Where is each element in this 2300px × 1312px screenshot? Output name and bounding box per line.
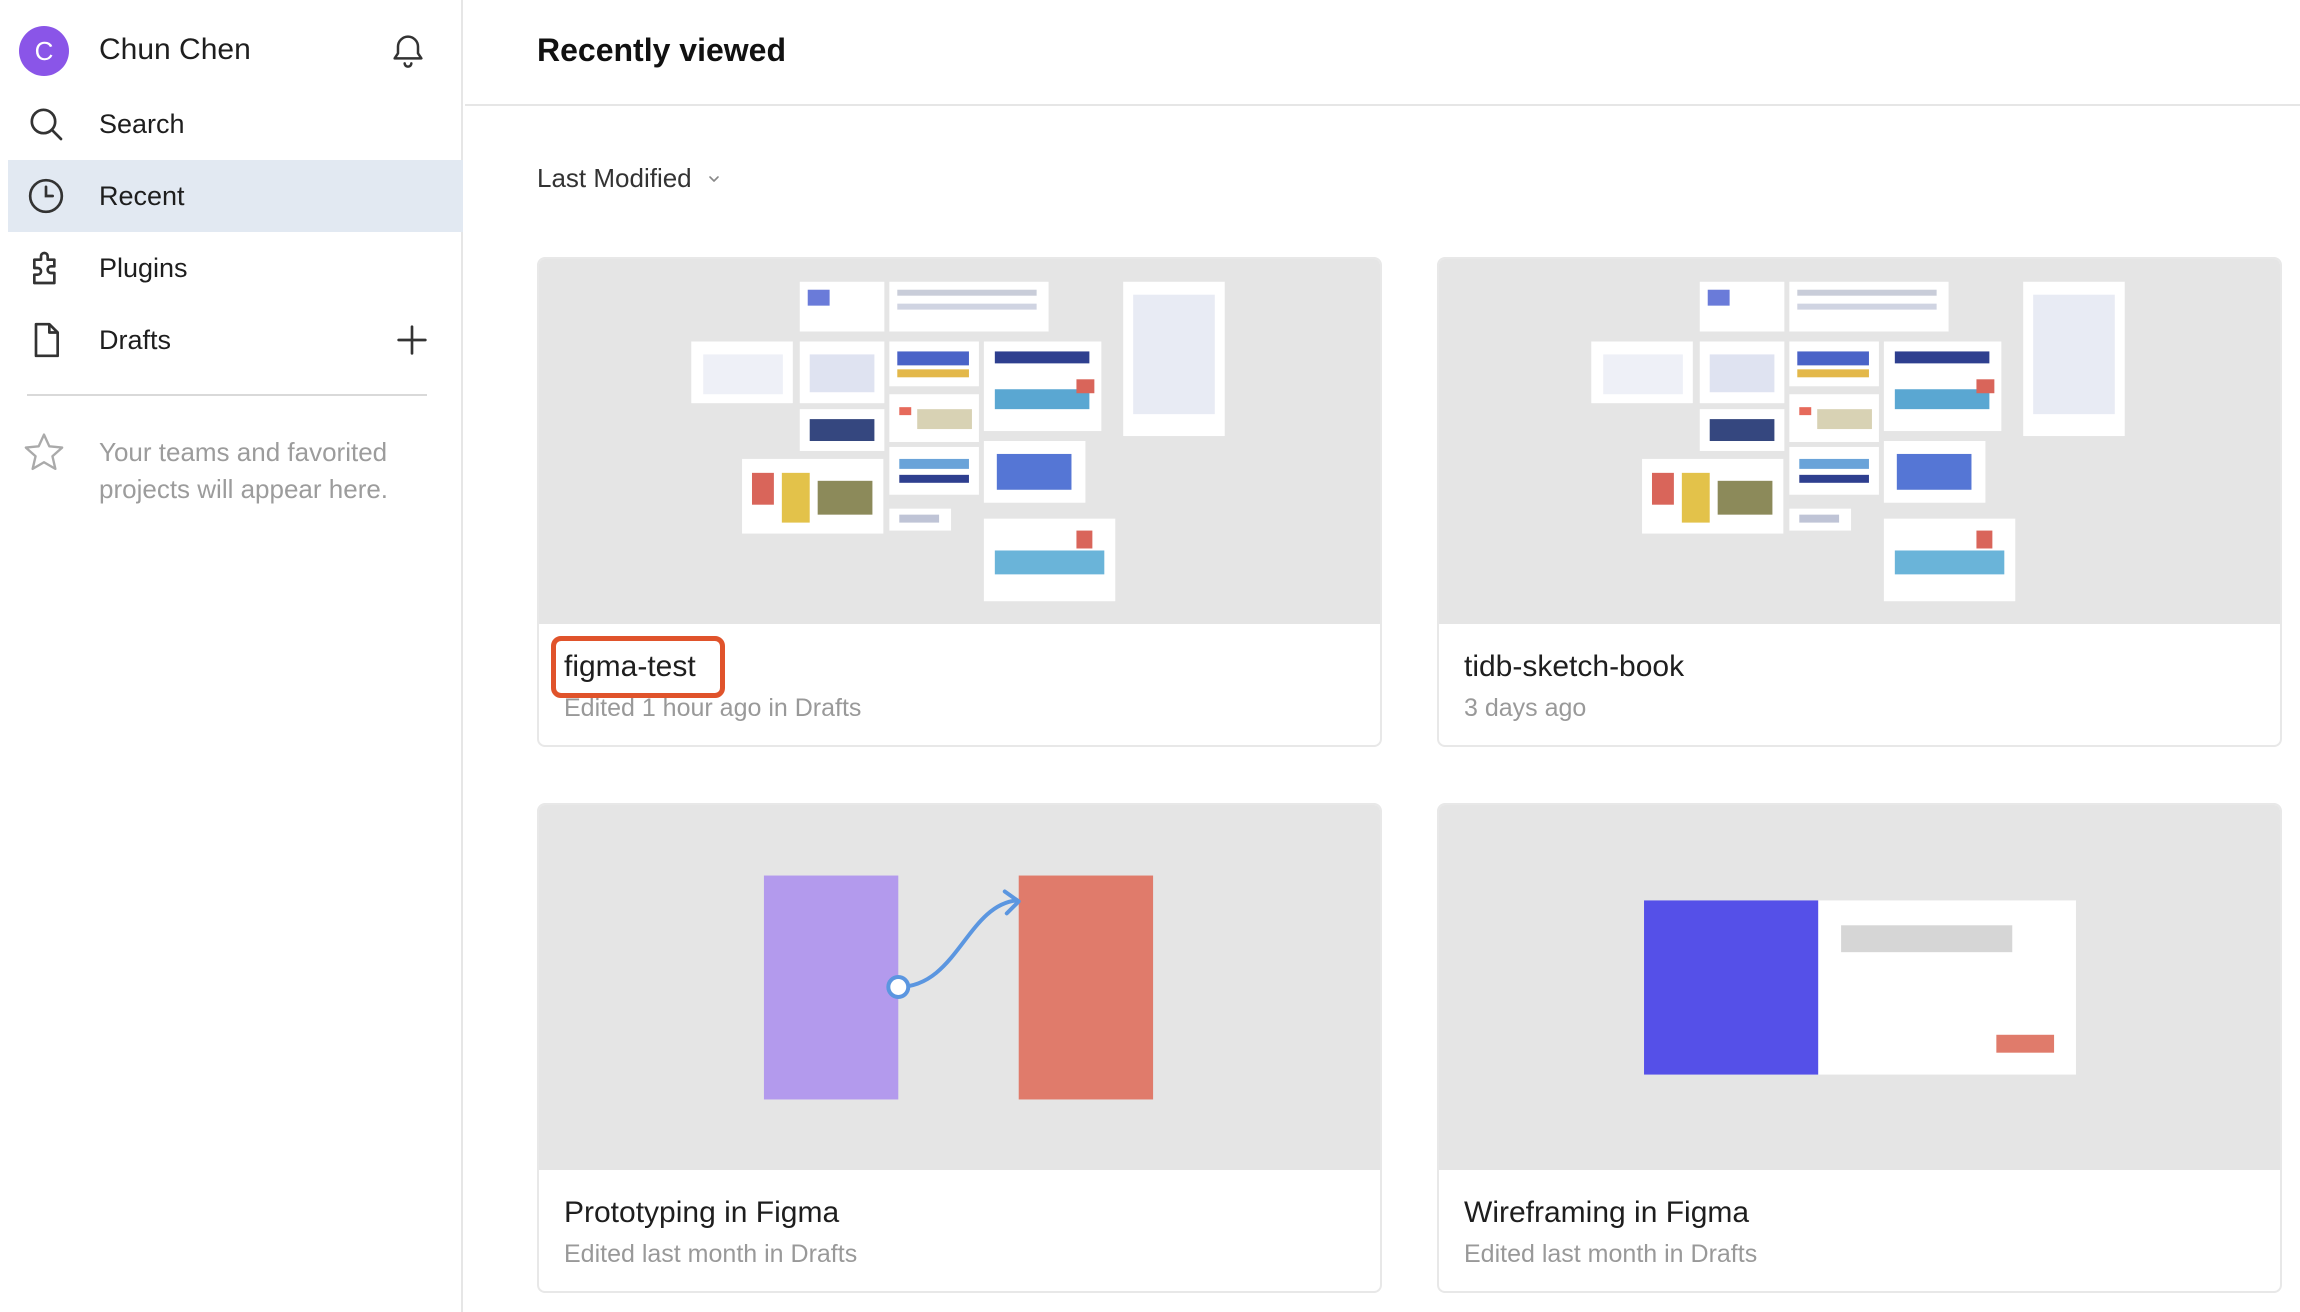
clock-icon <box>28 178 64 214</box>
canvas-preview-image <box>1591 281 2125 602</box>
file-info: Wireframing in Figma Edited last month i… <box>1439 1170 2280 1291</box>
prototype-preview-image <box>763 875 1154 1100</box>
sidebar-item-drafts[interactable]: Drafts <box>8 304 463 376</box>
teams-empty-message: Your teams and favorited projects will a… <box>99 437 389 504</box>
file-title[interactable]: Prototyping in Figma <box>564 1196 839 1230</box>
sidebar-item-label: Drafts <box>99 324 172 355</box>
file-info: figma-test Edited 1 hour ago in Drafts <box>539 624 1380 745</box>
sidebar-item-plugins[interactable]: Plugins <box>8 232 463 304</box>
bell-icon[interactable] <box>388 30 428 70</box>
file-subtitle: Edited last month in Drafts <box>564 1240 858 1268</box>
avatar[interactable]: C <box>19 26 69 76</box>
page-title: Recently viewed <box>537 32 786 68</box>
file-thumbnail <box>1439 259 2280 624</box>
sidebar-item-label: Search <box>99 108 185 139</box>
sidebar-item-recent[interactable]: Recent <box>8 160 463 232</box>
file-title[interactable]: figma-test <box>564 650 696 684</box>
user-name[interactable]: Chun Chen <box>99 33 251 67</box>
star-icon <box>24 433 64 471</box>
sidebar-item-label: Plugins <box>99 252 188 283</box>
file-thumbnail <box>539 805 1380 1170</box>
sidebar-item-label: Recent <box>99 180 185 211</box>
sidebar-divider <box>27 394 427 396</box>
file-subtitle: Edited 1 hour ago in Drafts <box>564 694 862 722</box>
sort-label: Last Modified <box>537 163 692 193</box>
file-thumbnail <box>1439 805 2280 1170</box>
file-title[interactable]: Wireframing in Figma <box>1464 1196 1749 1230</box>
file-subtitle: Edited last month in Drafts <box>1464 1240 1758 1268</box>
file-card[interactable]: Prototyping in Figma Edited last month i… <box>537 803 1382 1293</box>
sort-dropdown[interactable]: Last Modified <box>537 163 722 194</box>
file-thumbnail <box>539 259 1380 624</box>
sidebar-item-search[interactable]: Search <box>8 88 463 160</box>
file-info: Prototyping in Figma Edited last month i… <box>539 1170 1380 1291</box>
wireframe-preview-image <box>1644 900 2076 1075</box>
add-draft-button[interactable] <box>392 320 432 360</box>
file-card[interactable]: figma-test Edited 1 hour ago in Drafts <box>537 257 1382 747</box>
file-subtitle: 3 days ago <box>1464 694 1587 722</box>
user-row: C Chun Chen <box>0 0 463 100</box>
file-card[interactable]: tidb-sketch-book 3 days ago <box>1437 257 2282 747</box>
file-title[interactable]: tidb-sketch-book <box>1464 650 1684 684</box>
main-header: Recently viewed <box>465 0 2300 106</box>
chevron-down-icon <box>708 175 719 182</box>
file-card[interactable]: Wireframing in Figma Edited last month i… <box>1437 803 2282 1293</box>
search-icon <box>30 108 63 141</box>
file-icon <box>34 322 60 358</box>
sidebar: C Chun Chen Search Recent Plugins Drafts <box>0 0 463 1312</box>
canvas-preview-image <box>691 281 1225 602</box>
file-info: tidb-sketch-book 3 days ago <box>1439 624 2280 745</box>
plugin-icon <box>33 251 56 285</box>
